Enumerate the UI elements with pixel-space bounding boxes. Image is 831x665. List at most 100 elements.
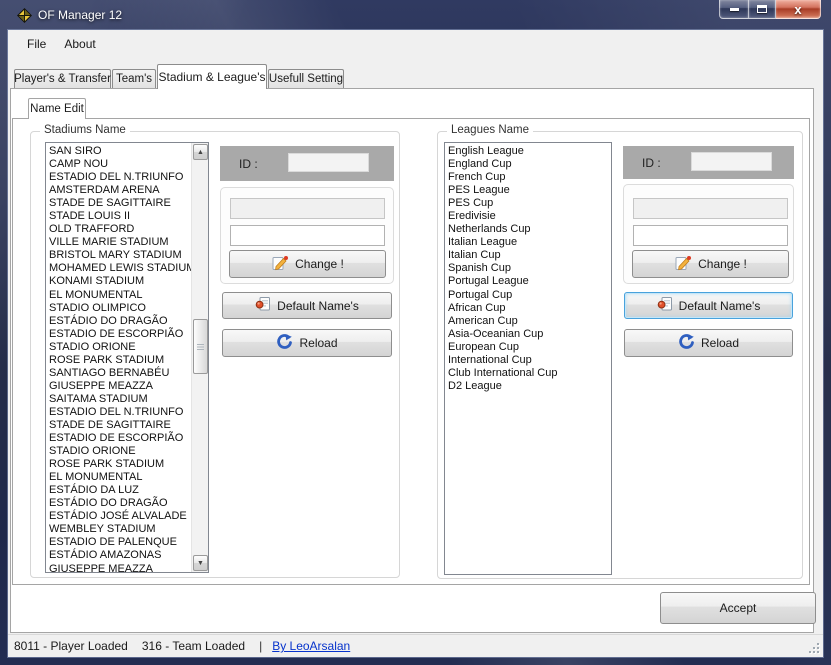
list-item[interactable]: French Cup (448, 171, 611, 184)
list-item[interactable]: BRISTOL MARY STADIUM (49, 249, 189, 262)
scroll-down-icon[interactable]: ▼ (193, 555, 208, 571)
list-item[interactable]: GIUSEPPE MEAZZA (49, 563, 189, 574)
list-item[interactable]: EL MONUMENTAL (49, 289, 189, 302)
list-item[interactable]: AMSTERDAM ARENA (49, 184, 189, 197)
scroll-up-icon[interactable]: ▲ (193, 144, 208, 160)
list-item[interactable]: SAITAMA STADIUM (49, 393, 189, 406)
list-item[interactable]: CAMP NOU (49, 158, 189, 171)
menu-file[interactable]: File (18, 33, 55, 55)
status-separator: | (259, 639, 262, 653)
menu-about[interactable]: About (55, 33, 104, 55)
stadiums-listbox[interactable]: SAN SIROCAMP NOUESTADIO DEL N.TRIUNFOAMS… (45, 142, 209, 573)
league-id-field[interactable] (691, 152, 772, 171)
list-item[interactable]: ESTÁDIO AMAZONAS (49, 549, 189, 562)
stadium-edit-panel: Change ! (220, 187, 394, 284)
league-default-names-button[interactable]: Default Name's (624, 292, 793, 319)
app-window: OF Manager 12 x File About Player's & Tr… (0, 0, 831, 665)
list-item[interactable]: England Cup (448, 158, 611, 171)
list-item[interactable]: Portugal Cup (448, 289, 611, 302)
minimize-button[interactable] (719, 0, 748, 19)
list-item[interactable]: ESTADIO DE PALENQUE (49, 536, 189, 549)
page-red-dot-icon (657, 296, 673, 315)
list-item[interactable]: WEMBLEY STADIUM (49, 523, 189, 536)
list-item[interactable]: PES League (448, 184, 611, 197)
maximize-icon (757, 5, 767, 13)
list-item[interactable]: Netherlands Cup (448, 223, 611, 236)
list-item[interactable]: ESTADIO DEL N.TRIUNFO (49, 406, 189, 419)
league-id-label: ID : (642, 146, 661, 179)
league-change-button[interactable]: Change ! (632, 250, 789, 278)
list-item[interactable]: American Cup (448, 315, 611, 328)
list-item[interactable]: ESTÁDIO DA LUZ (49, 484, 189, 497)
stadium-default-names-button[interactable]: Default Name's (222, 292, 392, 319)
league-edit-panel: Change ! (623, 184, 794, 284)
list-item[interactable]: ROSE PARK STADIUM (49, 458, 189, 471)
tab-name-edit[interactable]: Name Edit (28, 98, 86, 119)
list-item[interactable]: GIUSEPPE MEAZZA (49, 380, 189, 393)
list-item[interactable]: European Cup (448, 341, 611, 354)
menu-bar: File About (8, 30, 823, 58)
list-item[interactable]: ESTÁDIO JOSÉ ALVALADE (49, 510, 189, 523)
stadium-change-button[interactable]: Change ! (229, 250, 386, 278)
stadium-id-panel: ID : (220, 146, 394, 181)
stadium-new-name-field[interactable] (230, 225, 385, 246)
list-item[interactable]: STADE DE SAGITTAIRE (49, 197, 189, 210)
list-item[interactable]: African Cup (448, 302, 611, 315)
app-diamond-icon (17, 8, 32, 23)
list-item[interactable]: SAN SIRO (49, 145, 189, 158)
tab-stadium-leagues[interactable]: Stadium & League's (157, 64, 267, 89)
scrollbar-thumb[interactable] (193, 319, 208, 374)
pencil-note-icon (271, 255, 289, 274)
leagues-listbox[interactable]: English LeagueEngland CupFrench CupPES L… (444, 142, 612, 575)
list-item[interactable]: ESTÁDIO DO DRAGÃO (49, 497, 189, 510)
list-item[interactable]: ESTÁDIO DO DRAGÃO (49, 315, 189, 328)
list-item[interactable]: Eredivisie (448, 210, 611, 223)
list-item[interactable]: Spanish Cup (448, 262, 611, 275)
list-item[interactable]: PES Cup (448, 197, 611, 210)
list-item[interactable]: ESTADIO DEL N.TRIUNFO (49, 171, 189, 184)
accept-button[interactable]: Accept (660, 592, 816, 624)
leagues-groupbox: Leagues Name English LeagueEngland CupFr… (437, 131, 803, 579)
list-item[interactable]: Club International Cup (448, 367, 611, 380)
tab-usefull-setting[interactable]: Usefull Setting (268, 69, 344, 88)
credit-link[interactable]: By LeoArsalan (272, 639, 350, 653)
list-item[interactable]: KONAMI STADIUM (49, 275, 189, 288)
list-item[interactable]: STADIO ORIONE (49, 341, 189, 354)
list-item[interactable]: ESTADIO DE ESCORPIÃO (49, 328, 189, 341)
stadium-id-field[interactable] (288, 153, 369, 172)
title-bar[interactable]: OF Manager 12 x (0, 0, 831, 30)
league-new-name-field[interactable] (633, 225, 788, 246)
list-item[interactable]: ROSE PARK STADIUM (49, 354, 189, 367)
tab-teams[interactable]: Team's (112, 69, 156, 88)
list-item[interactable]: MOHAMED LEWIS STADIUM (49, 262, 189, 275)
list-item[interactable]: International Cup (448, 354, 611, 367)
reload-arrow-icon (276, 334, 293, 353)
list-item[interactable]: Portugal League (448, 275, 611, 288)
maximize-button[interactable] (748, 0, 776, 19)
list-item[interactable]: SANTIAGO BERNABÉU (49, 367, 189, 380)
list-item[interactable]: STADIO ORIONE (49, 445, 189, 458)
status-players-loaded: 8011 - Player Loaded (14, 639, 128, 653)
league-reload-button[interactable]: Reload (624, 329, 793, 357)
stadium-reload-button[interactable]: Reload (222, 329, 392, 357)
list-item[interactable]: VILLE MARIE STADIUM (49, 236, 189, 249)
list-item[interactable]: STADE LOUIS II (49, 210, 189, 223)
close-button[interactable]: x (776, 0, 821, 19)
list-item[interactable]: EL MONUMENTAL (49, 471, 189, 484)
minimize-icon (730, 8, 739, 11)
list-item[interactable]: Asia-Oceanian Cup (448, 328, 611, 341)
stadiums-scrollbar[interactable]: ▲ ▼ (191, 143, 208, 572)
list-item[interactable]: STADIO OLIMPICO (49, 302, 189, 315)
list-item[interactable]: Italian Cup (448, 249, 611, 262)
list-item[interactable]: OLD TRAFFORD (49, 223, 189, 236)
league-change-label: Change ! (698, 257, 747, 271)
window-controls: x (719, 0, 821, 19)
list-item[interactable]: D2 League (448, 380, 611, 393)
resize-grip-icon[interactable] (808, 642, 820, 654)
list-item[interactable]: ESTADIO DE ESCORPIÃO (49, 432, 189, 445)
tab-players-transfer[interactable]: Player's & Transfer (14, 69, 111, 88)
stadium-default-names-label: Default Name's (277, 299, 359, 313)
list-item[interactable]: STADE DE SAGITTAIRE (49, 419, 189, 432)
list-item[interactable]: English League (448, 145, 611, 158)
list-item[interactable]: Italian League (448, 236, 611, 249)
